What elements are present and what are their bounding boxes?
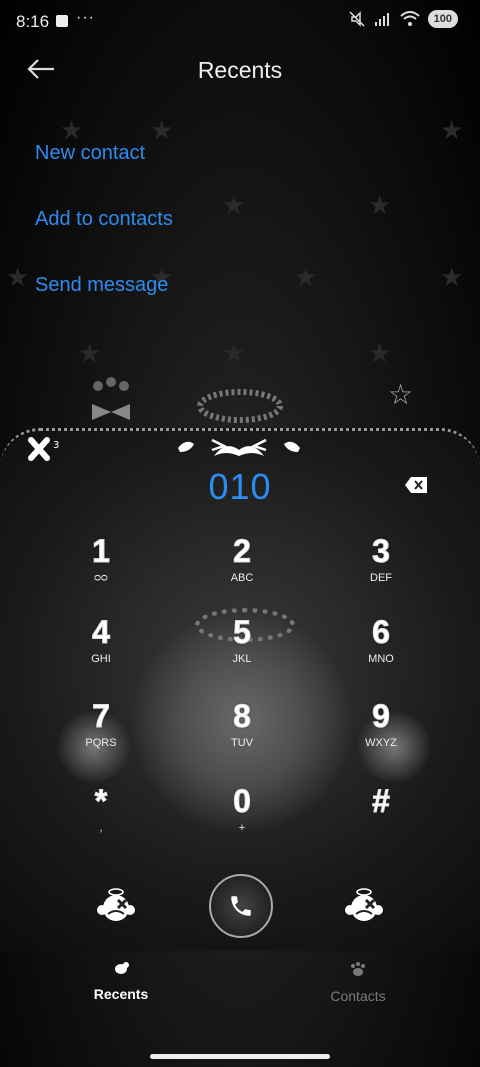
- star-decoration-icon: ★: [368, 338, 392, 368]
- add-to-contacts-link[interactable]: Add to contacts: [35, 208, 173, 231]
- key-5[interactable]: 5 JKL: [197, 614, 287, 678]
- key-8[interactable]: 8 TUV: [197, 698, 287, 762]
- call-button[interactable]: [209, 874, 273, 938]
- more-notifications-icon: ···: [76, 9, 95, 26]
- voicemail-icon: ᴑᴑ: [94, 572, 108, 584]
- star-decoration-icon: ★: [222, 338, 246, 368]
- key-2[interactable]: 2 ABC: [197, 533, 287, 597]
- star-decoration-icon: ★: [368, 190, 392, 220]
- sim-1-mascot-icon[interactable]: [96, 886, 136, 926]
- key-1[interactable]: 1 ᴑᴑ: [56, 533, 146, 597]
- status-time: 8:16: [16, 12, 50, 31]
- send-message-link[interactable]: Send message: [35, 274, 168, 297]
- paw-icon: [351, 962, 365, 976]
- key-hash[interactable]: #: [336, 783, 426, 847]
- new-contact-link[interactable]: New contact: [35, 142, 145, 165]
- key-3[interactable]: 3 DEF: [336, 533, 426, 597]
- bottom-navigation: Recents Contacts: [0, 955, 480, 1025]
- star-decoration-icon: ★: [440, 115, 464, 145]
- halo-decoration-icon: [197, 389, 283, 423]
- key-9[interactable]: 9 WXYZ: [336, 698, 426, 762]
- star-decoration-icon: ★: [294, 262, 318, 292]
- sim-2-mascot-icon[interactable]: [344, 886, 384, 926]
- nav-tab-contacts[interactable]: Contacts: [298, 961, 418, 1004]
- page-title: Recents: [197, 57, 283, 83]
- star-decoration-icon: ★: [6, 262, 30, 292]
- status-bar: 8:16 ··· 100: [0, 0, 480, 42]
- x-mark-icon: 3: [28, 437, 59, 461]
- star-decoration-icon: ★: [150, 115, 174, 145]
- recents-icon: [115, 962, 129, 974]
- paw-bow-icon: [92, 377, 130, 420]
- key-star[interactable]: * ,: [56, 783, 146, 847]
- outline-star-icon: ☆: [388, 379, 414, 410]
- star-decoration-icon: ★: [222, 190, 246, 220]
- star-decoration-icon: ★: [78, 338, 102, 368]
- wifi-icon: [399, 11, 420, 26]
- svg-text:3: 3: [53, 440, 59, 451]
- mute-icon: [349, 11, 365, 27]
- battery-indicator: 100: [427, 10, 458, 28]
- phone-icon: [231, 896, 251, 916]
- nav-tab-recents[interactable]: Recents: [61, 961, 181, 1002]
- backspace-icon[interactable]: [404, 476, 428, 494]
- mustache-wings-icon: [178, 438, 300, 456]
- signal-icon: [374, 13, 389, 26]
- key-6[interactable]: 6 MNO: [336, 614, 426, 678]
- key-7[interactable]: 7 PQRS: [56, 698, 146, 762]
- header: Recents: [0, 45, 480, 95]
- star-decoration-icon: ★: [440, 262, 464, 292]
- home-indicator[interactable]: [150, 1054, 330, 1059]
- key-0[interactable]: 0 +: [197, 783, 287, 847]
- key-4[interactable]: 4 GHI: [56, 614, 146, 678]
- notification-square-icon: [56, 15, 68, 27]
- status-icons: 100: [348, 10, 458, 28]
